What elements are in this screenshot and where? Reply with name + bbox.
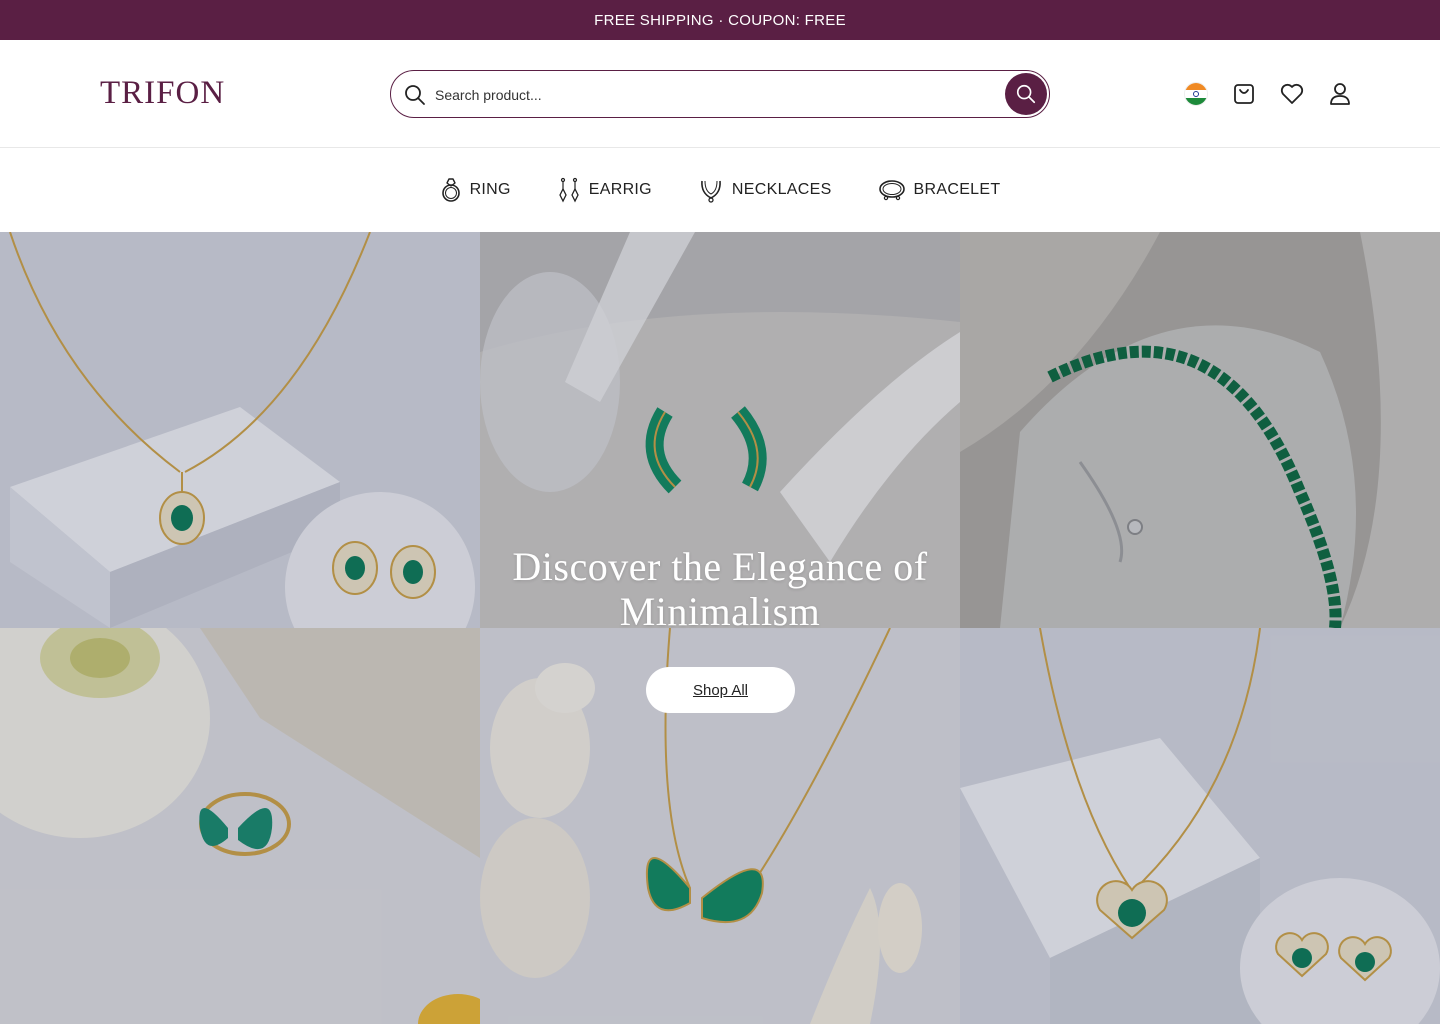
ring-icon <box>441 178 460 202</box>
nav-label-earring: EARRIG <box>588 181 652 198</box>
brand-logo[interactable]: TRIFON <box>100 75 225 112</box>
india-flag-icon[interactable] <box>1182 80 1210 108</box>
nav-label-necklaces: NECKLACES <box>731 181 832 198</box>
search-input[interactable] <box>435 83 995 107</box>
nav-item-bracelet[interactable]: BRACELET <box>878 177 1001 203</box>
nav-item-ring[interactable]: RING <box>440 177 511 203</box>
necklace-and-stud-earrings-photo[interactable] <box>0 232 480 628</box>
earring-icon <box>559 177 579 203</box>
necklace-icon <box>701 180 721 203</box>
wishlist-heart-icon[interactable] <box>1278 80 1306 108</box>
announcement-text: FREE SHIPPING · COUPON: FREE <box>594 11 846 29</box>
shop-all-button[interactable]: Shop All <box>646 667 795 713</box>
nav-label-ring: RING <box>469 181 511 198</box>
search-submit-icon <box>1016 84 1036 104</box>
user-account-icon[interactable] <box>1326 80 1354 108</box>
nav-item-earring[interactable]: EARRIG <box>557 177 652 203</box>
bracelet-icon <box>878 180 905 201</box>
search-icon <box>403 83 427 107</box>
hero-title: Discover the Elegance of Minimalism <box>512 544 928 634</box>
search-submit-button[interactable] <box>1005 73 1047 115</box>
hero-banner: Discover the Elegance of Minimalism Shop… <box>0 232 1440 1024</box>
cart-icon[interactable] <box>1230 80 1258 108</box>
category-nav: RING EARRIG NECKLACES BRACELET <box>0 148 1440 232</box>
nav-item-necklaces[interactable]: NECKLACES <box>698 177 832 203</box>
heart-necklace-and-earrings-photo[interactable] <box>960 628 1440 1024</box>
nav-label-bracelet: BRACELET <box>913 181 1001 198</box>
search-bar <box>390 70 1050 118</box>
tennis-bracelet-photo[interactable] <box>960 232 1440 628</box>
butterfly-ring-photo[interactable] <box>0 628 480 1024</box>
header-actions <box>1182 80 1354 108</box>
site-header: TRIFON <box>0 40 1440 148</box>
announcement-bar: FREE SHIPPING · COUPON: FREE <box>0 0 1440 40</box>
